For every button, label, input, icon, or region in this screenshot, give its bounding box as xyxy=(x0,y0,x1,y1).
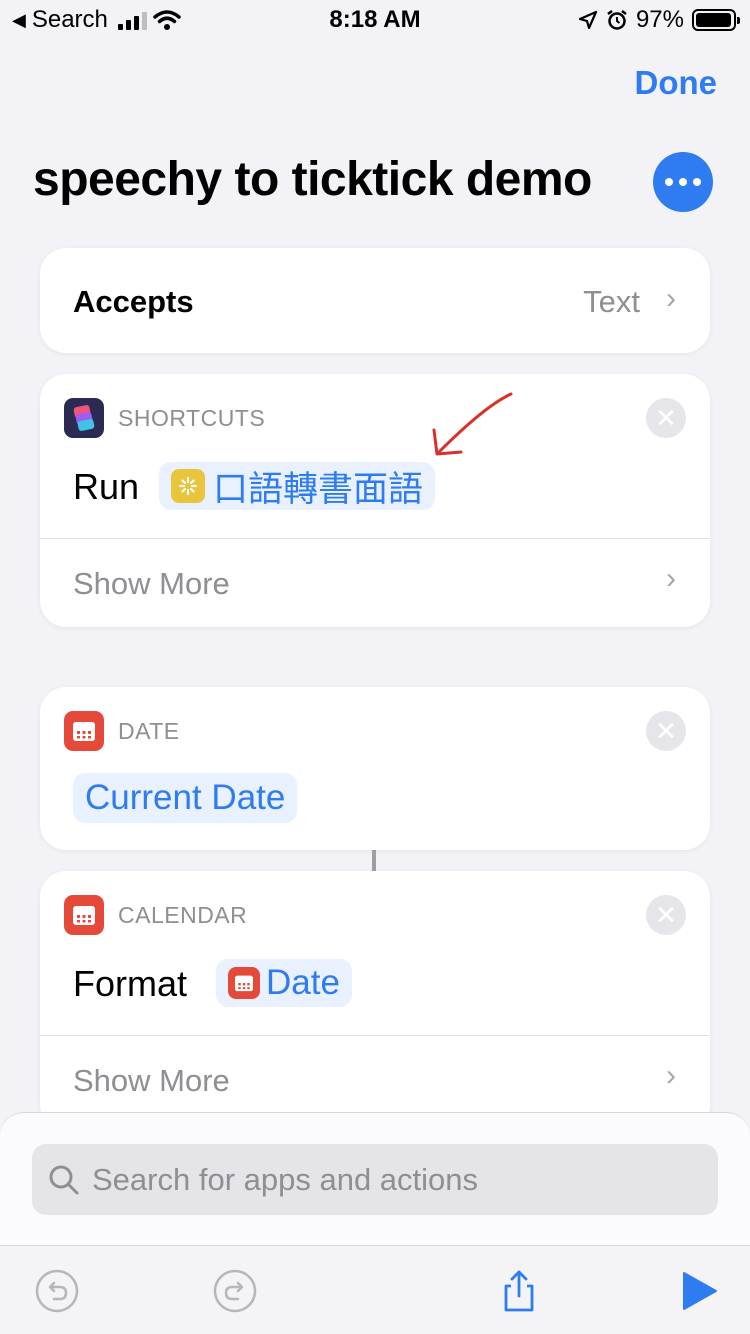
category-label: DATE xyxy=(118,717,180,744)
redo-icon[interactable] xyxy=(212,1268,258,1314)
status-right: 97% xyxy=(578,6,740,34)
token-label: Current Date xyxy=(85,778,286,817)
remove-action-button[interactable]: ✕ xyxy=(646,398,686,438)
shortcut-title[interactable]: speechy to ticktick demo xyxy=(33,152,592,207)
action-verb: Format xyxy=(73,963,188,1004)
show-more-link[interactable]: Show More xyxy=(73,1063,230,1099)
current-date-token[interactable]: Current Date xyxy=(73,773,298,823)
action-category: DATE xyxy=(64,711,180,751)
calendar-icon xyxy=(228,967,260,999)
accepts-row[interactable]: Accepts Text › xyxy=(40,248,710,353)
category-label: SHORTCUTS xyxy=(118,404,266,431)
calendar-icon xyxy=(64,711,104,751)
action-category: CALENDAR xyxy=(64,895,247,935)
action-verb: Run xyxy=(73,466,140,507)
category-label: CALENDAR xyxy=(118,901,248,928)
search-input[interactable] xyxy=(92,1144,692,1215)
calendar-icon xyxy=(64,895,104,935)
annotation-arrow xyxy=(432,392,513,456)
location-icon xyxy=(578,10,598,30)
chevron-right-icon: › xyxy=(666,282,676,315)
alarm-icon xyxy=(607,10,627,30)
more-icon[interactable] xyxy=(653,152,713,212)
shortcut-token[interactable]: 口語轉書面語 xyxy=(159,462,436,510)
divider xyxy=(40,538,710,539)
status-bar: ◀ Search 8:18 AM 97% xyxy=(0,0,750,40)
action-connector xyxy=(372,850,376,871)
date-token[interactable]: Date xyxy=(216,959,352,1007)
bottom-toolbar xyxy=(0,1245,750,1334)
undo-icon[interactable] xyxy=(34,1268,80,1314)
token-label: 口語轉書面語 xyxy=(213,469,424,509)
shortcut-editor: ◀ Search 8:18 AM 97% Done speechy to tic… xyxy=(0,0,750,1334)
divider xyxy=(40,1035,710,1036)
remove-action-button[interactable]: ✕ xyxy=(646,711,686,751)
shortcuts-icon xyxy=(64,398,104,438)
action-format-date[interactable]: CALENDAR ✕ Format Date Show More › xyxy=(40,871,710,1131)
action-category: SHORTCUTS xyxy=(64,398,265,438)
battery-icon xyxy=(692,9,740,31)
action-current-date[interactable]: DATE ✕ Current Date xyxy=(40,687,710,850)
play-icon[interactable] xyxy=(676,1268,722,1314)
share-icon[interactable] xyxy=(496,1268,542,1314)
search-icon xyxy=(49,1165,79,1195)
search-box[interactable] xyxy=(32,1144,718,1215)
done-button[interactable]: Done xyxy=(635,64,718,102)
accepts-value: Text xyxy=(583,284,640,319)
sparkle-icon xyxy=(171,469,205,503)
remove-action-button[interactable]: ✕ xyxy=(646,895,686,935)
show-more-link[interactable]: Show More xyxy=(73,566,230,602)
chevron-right-icon: › xyxy=(666,1059,676,1092)
battery-percent: 97% xyxy=(635,6,684,33)
accepts-label: Accepts xyxy=(73,284,194,319)
action-search-sheet xyxy=(0,1112,750,1245)
chevron-right-icon: › xyxy=(666,562,676,595)
token-label: Date xyxy=(266,963,340,1002)
action-run-shortcut[interactable]: SHORTCUTS ✕ Run 口語轉書面語 Show More › xyxy=(40,374,710,627)
